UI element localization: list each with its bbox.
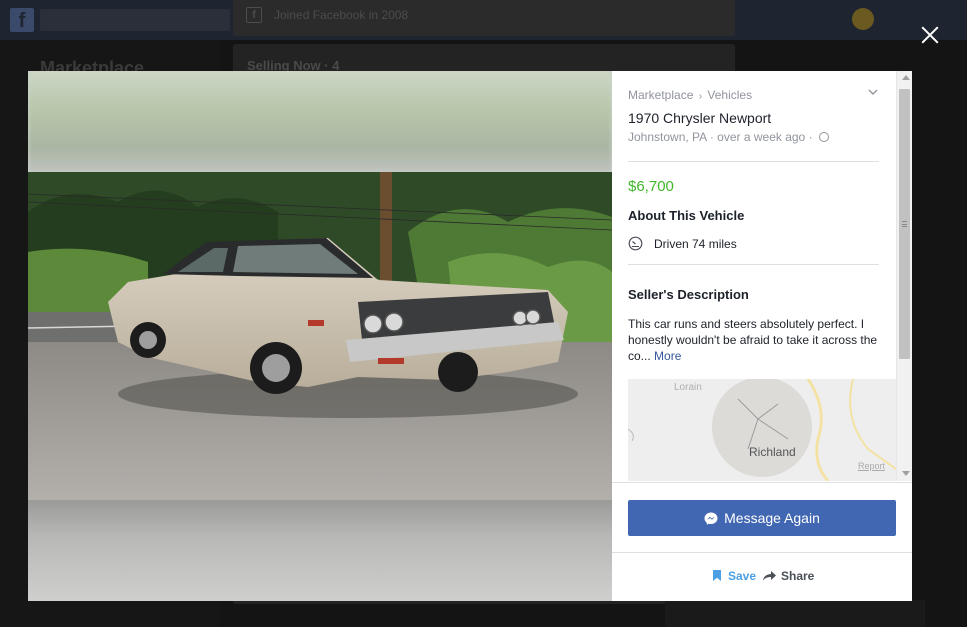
listing-time: over a week ago: [717, 130, 806, 144]
listing-price: $6,700: [628, 178, 674, 195]
map-report-link[interactable]: Report: [858, 461, 885, 471]
photo-blur-top: [28, 71, 612, 172]
divider: [612, 552, 912, 553]
message-again-label: Message Again: [724, 510, 820, 526]
more-link[interactable]: More: [654, 349, 681, 363]
share-label: Share: [781, 569, 815, 583]
messenger-icon: [704, 512, 718, 525]
scroll-grip: [902, 221, 907, 227]
driven-miles: Driven 74 miles: [654, 237, 737, 251]
divider: [612, 482, 912, 483]
save-label: Save: [728, 569, 757, 583]
background-joined-text: Joined Facebook in 2008: [274, 8, 409, 22]
background-notification-badge: [852, 8, 874, 30]
listing-location[interactable]: Johnstown, PA: [628, 130, 707, 144]
breadcrumb-marketplace-link[interactable]: Marketplace: [628, 88, 693, 102]
scroll-up-arrow[interactable]: [902, 75, 910, 80]
info-scrollbar[interactable]: [896, 71, 912, 481]
breadcrumb-separator: ›: [698, 91, 703, 102]
listing-modal: Marketplace › Vehicles 1970 Chrysler New…: [28, 71, 912, 601]
map-roads: [628, 379, 896, 481]
scroll-down-arrow[interactable]: [902, 471, 910, 476]
chevron-down-icon[interactable]: [868, 87, 878, 97]
map-town-lorain: Lorain: [674, 382, 702, 393]
divider: [628, 264, 879, 265]
divider: [628, 161, 879, 162]
background-bottom-strip: [665, 600, 925, 627]
vehicle-photo: [28, 172, 612, 500]
about-vehicle-heading: About This Vehicle: [628, 208, 745, 223]
info-scroll-area[interactable]: Marketplace › Vehicles 1970 Chrysler New…: [612, 71, 912, 481]
share-button[interactable]: Share: [763, 569, 814, 583]
save-button[interactable]: Save: [713, 569, 756, 583]
photo-pane[interactable]: [28, 71, 612, 601]
close-icon[interactable]: [919, 24, 941, 46]
map-town-richland: Richland: [749, 445, 796, 459]
facebook-small-icon: f: [246, 7, 262, 23]
scroll-thumb[interactable]: [899, 89, 910, 359]
globe-icon: [818, 132, 829, 142]
background-search-bar: [40, 9, 230, 31]
speedometer-icon: [628, 236, 643, 251]
info-pane: Marketplace › Vehicles 1970 Chrysler New…: [612, 71, 912, 601]
facebook-logo-icon: f: [10, 8, 34, 32]
breadcrumb-vehicles-link[interactable]: Vehicles: [707, 88, 752, 102]
seller-description-heading: Seller's Description: [628, 287, 749, 302]
bookmark-icon: [713, 570, 721, 581]
breadcrumb: Marketplace › Vehicles: [628, 88, 752, 102]
listing-subline: Johnstown, PA · over a week ago ·: [628, 130, 829, 144]
seller-description: This car runs and steers absolutely perf…: [628, 316, 884, 364]
listing-title: 1970 Chrysler Newport: [628, 110, 772, 126]
message-again-button[interactable]: Message Again: [628, 500, 896, 536]
photo-blur-bottom: [28, 500, 612, 601]
location-map[interactable]: Lorain Richland Report: [628, 379, 896, 481]
share-arrow-icon: [763, 571, 776, 581]
